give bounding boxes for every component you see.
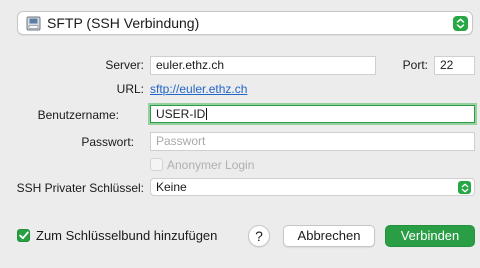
protocol-popup[interactable]: SFTP (SSH Verbindung): [17, 11, 473, 35]
popup-stepper-icon: [453, 16, 468, 31]
anonymous-label: Anonymer Login: [167, 158, 255, 172]
keychain-label: Zum Schlüsselbund hinzufügen: [36, 228, 218, 243]
server-field[interactable]: euler.ethz.ch: [150, 56, 376, 75]
anonymous-checkbox[interactable]: [150, 158, 163, 171]
username-value: USER-ID: [156, 107, 206, 121]
username-field[interactable]: USER-ID: [150, 105, 475, 123]
ssh-key-label: SSH Privater Schlüssel:: [16, 181, 144, 195]
password-field[interactable]: Passwort: [150, 132, 475, 151]
popup-stepper-icon: [458, 181, 471, 194]
disk-icon: [26, 16, 41, 31]
port-field[interactable]: 22: [434, 56, 475, 75]
port-label: Port:: [402, 58, 428, 72]
protocol-label: SFTP (SSH Verbindung): [47, 15, 200, 31]
text-caret: [206, 108, 208, 120]
username-label: Benutzername:: [37, 108, 119, 122]
password-label: Passwort:: [81, 135, 134, 149]
connect-button[interactable]: Verbinden: [385, 225, 475, 247]
help-button[interactable]: ?: [248, 225, 270, 247]
url-link[interactable]: sftp://euler.ethz.ch: [150, 82, 247, 96]
keychain-checkbox[interactable]: [17, 229, 30, 242]
checkmark-icon: [18, 231, 29, 240]
ssh-key-value: Keine: [156, 180, 187, 194]
cancel-button[interactable]: Abbrechen: [283, 225, 375, 247]
server-label: Server:: [105, 58, 144, 72]
ssh-key-popup[interactable]: Keine: [150, 178, 475, 196]
url-label: URL:: [116, 82, 144, 96]
